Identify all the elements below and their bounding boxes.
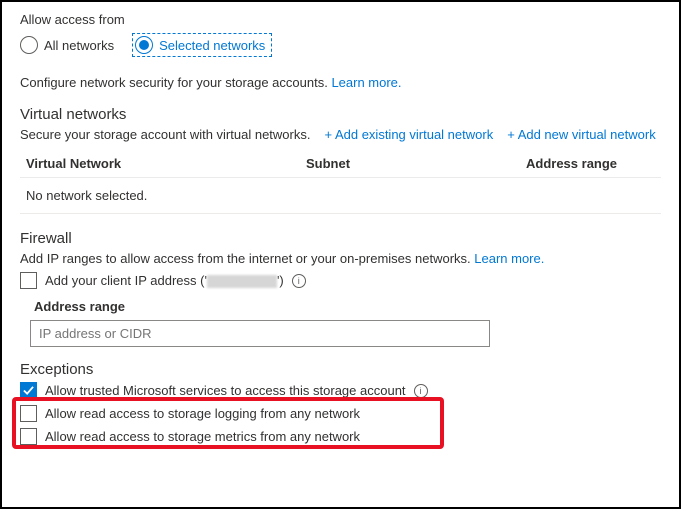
learn-more-link[interactable]: Learn more.	[331, 75, 401, 90]
radio-selected-networks[interactable]: Selected networks	[132, 33, 272, 57]
exception-metrics-label: Allow read access to storage metrics fro…	[45, 429, 360, 444]
radio-all-networks[interactable]: All networks	[20, 36, 114, 54]
radio-icon	[20, 36, 38, 54]
add-existing-vnet-link[interactable]: + Add existing virtual network	[324, 127, 493, 142]
exception-trusted-label: Allow trusted Microsoft services to acce…	[45, 383, 406, 398]
exception-metrics-row: Allow read access to storage metrics fro…	[20, 428, 661, 445]
add-client-ip-row: Add your client IP address ('') i	[20, 272, 661, 289]
vnet-table-header: Virtual Network Subnet Address range	[20, 150, 661, 177]
address-range-label: Address range	[34, 299, 661, 314]
radio-label: Selected networks	[159, 38, 265, 53]
exception-logging-row: Allow read access to storage logging fro…	[20, 405, 661, 422]
exception-trusted-checkbox[interactable]	[20, 382, 37, 399]
add-new-vnet-link[interactable]: + Add new virtual network	[507, 127, 656, 142]
vnet-table-empty: No network selected.	[20, 177, 661, 214]
firewall-heading: Firewall	[20, 230, 661, 247]
virtual-networks-heading: Virtual networks	[20, 106, 661, 123]
radio-label: All networks	[44, 38, 114, 53]
radio-icon	[135, 36, 153, 54]
vnet-desc: Secure your storage account with virtual…	[20, 127, 310, 142]
exception-logging-checkbox[interactable]	[20, 405, 37, 422]
col-subnet: Subnet	[306, 156, 526, 171]
exception-trusted-row: Allow trusted Microsoft services to acce…	[20, 382, 661, 399]
exception-logging-label: Allow read access to storage logging fro…	[45, 406, 360, 421]
address-range-input[interactable]	[30, 320, 490, 347]
exceptions-heading: Exceptions	[20, 361, 661, 378]
access-radio-group: All networks Selected networks	[20, 33, 661, 57]
firewall-learn-more-link[interactable]: Learn more.	[474, 251, 544, 266]
info-icon[interactable]: i	[414, 384, 428, 398]
firewall-desc: Add IP ranges to allow access from the i…	[20, 251, 471, 266]
add-client-ip-checkbox[interactable]	[20, 272, 37, 289]
add-client-ip-label: Add your client IP address ('')	[45, 273, 284, 288]
col-virtual-network: Virtual Network	[26, 156, 306, 171]
exception-metrics-checkbox[interactable]	[20, 428, 37, 445]
config-desc-text: Configure network security for your stor…	[20, 75, 328, 90]
redacted-ip	[207, 275, 277, 288]
config-description: Configure network security for your stor…	[20, 75, 661, 90]
vnet-desc-row: Secure your storage account with virtual…	[20, 127, 661, 142]
col-address-range: Address range	[526, 156, 655, 171]
access-from-label: Allow access from	[20, 12, 661, 27]
info-icon[interactable]: i	[292, 274, 306, 288]
firewall-desc-row: Add IP ranges to allow access from the i…	[20, 251, 661, 266]
